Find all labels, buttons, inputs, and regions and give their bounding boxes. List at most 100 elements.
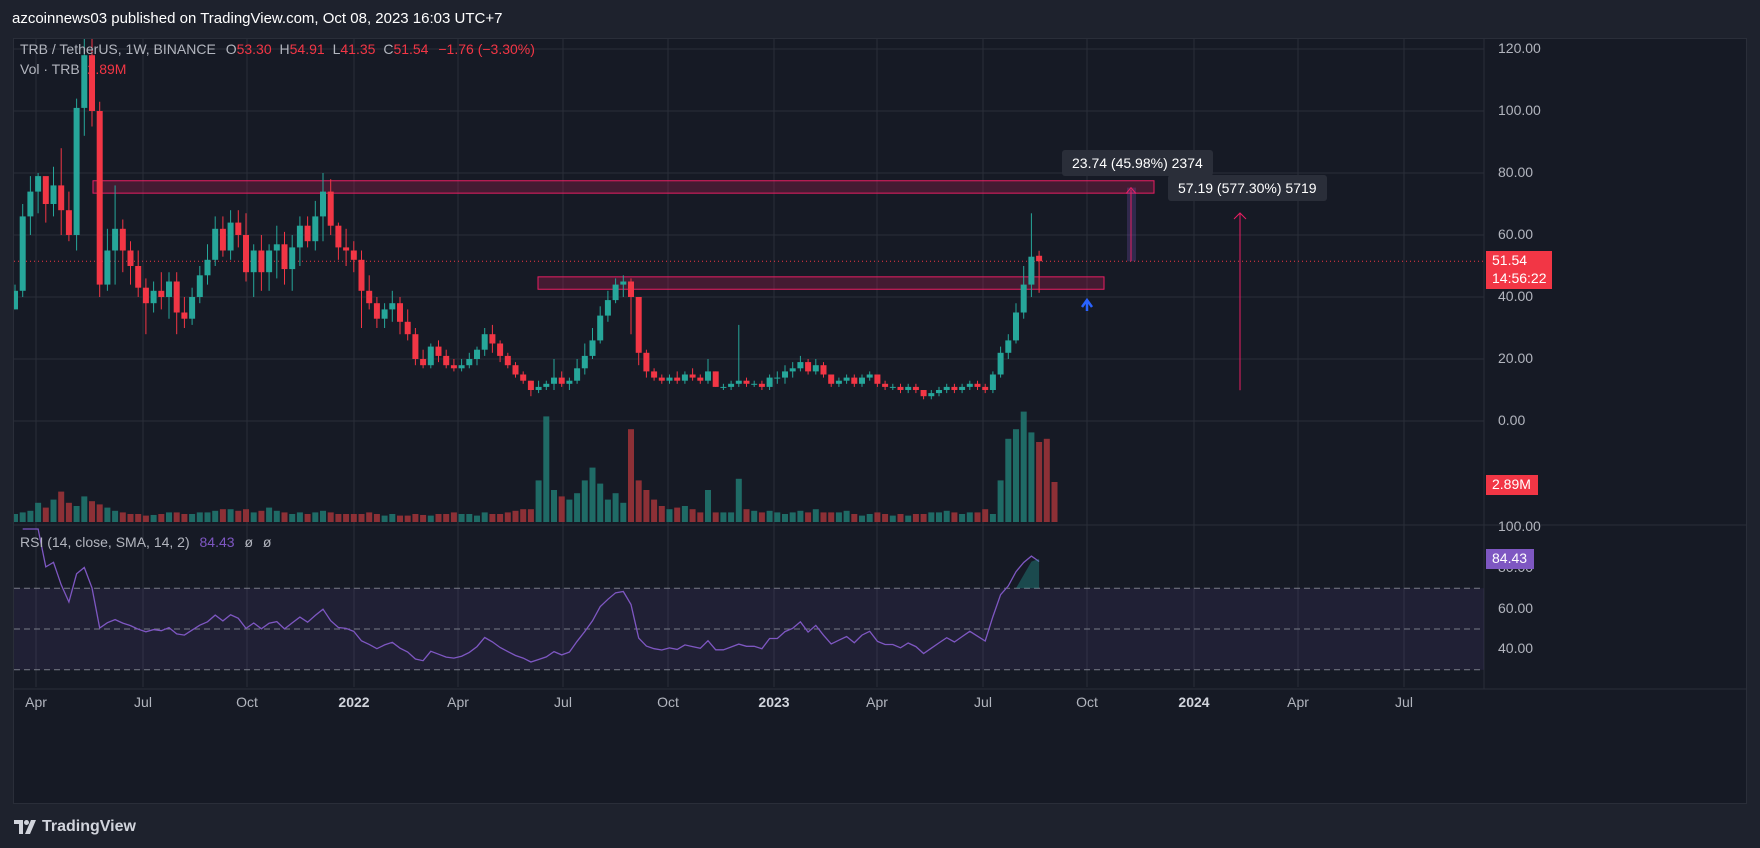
candle-body xyxy=(535,386,542,390)
candle-body xyxy=(997,352,1004,375)
candle-body xyxy=(243,235,249,273)
high-label: H xyxy=(279,41,290,57)
candle-body xyxy=(14,290,18,310)
candle-body xyxy=(1005,340,1012,353)
chart-area[interactable]: TRB / TetherUS, 1W, BINANCE O53.30 H54.9… xyxy=(13,38,1747,804)
volume-bar xyxy=(943,510,950,522)
candle-body xyxy=(743,380,750,384)
measure-1-text: 23.74 (45.98%) 2374 xyxy=(1072,155,1203,171)
candle-body xyxy=(450,365,457,369)
volume-bar xyxy=(989,514,996,522)
candle-body xyxy=(512,365,519,375)
candle-body xyxy=(504,355,511,366)
candle-body xyxy=(728,383,735,387)
volume-bar xyxy=(651,499,658,522)
candle-body xyxy=(928,393,935,397)
candle-body xyxy=(912,386,919,390)
time-axis-label: Jul xyxy=(554,694,572,710)
volume-bar xyxy=(851,514,858,522)
candle-body xyxy=(835,380,842,384)
volume-bar xyxy=(766,510,773,522)
candle-body xyxy=(312,216,319,242)
candle-body xyxy=(73,107,80,235)
volume-bar xyxy=(443,514,450,522)
volume-bar xyxy=(489,514,496,522)
candle-body xyxy=(266,250,273,273)
candle-body xyxy=(1036,255,1043,262)
volume-bar xyxy=(135,514,142,522)
volume-bar xyxy=(874,512,881,522)
volume-bar xyxy=(697,512,704,522)
candle-body xyxy=(951,386,958,390)
candle-body xyxy=(104,250,111,285)
candle-body xyxy=(435,346,442,356)
last-price-tag: 51.54 14:56:22 xyxy=(1486,251,1552,289)
volume-bar xyxy=(89,501,95,522)
candle-body xyxy=(458,365,465,369)
low-value: 41.35 xyxy=(340,41,376,57)
volume-bar xyxy=(889,515,896,522)
time-axis-label: Apr xyxy=(25,694,47,710)
candle-body xyxy=(127,250,134,266)
candle-body xyxy=(196,275,203,297)
tradingview-logo[interactable]: TradingView xyxy=(14,818,136,836)
candle-body xyxy=(381,309,388,319)
volume-bar xyxy=(273,510,280,522)
chart-canvas[interactable] xyxy=(14,39,1746,803)
volume-bar xyxy=(227,509,234,522)
publisher-text: azcoinnews03 published on TradingView.co… xyxy=(12,10,503,27)
volume-bar xyxy=(905,515,912,522)
volume-bar xyxy=(104,507,111,522)
candle-body xyxy=(58,185,65,211)
candle-body xyxy=(697,377,704,381)
volume-bar xyxy=(574,493,581,522)
volume-bar xyxy=(366,512,373,522)
candle-body xyxy=(628,281,634,297)
candle-body xyxy=(874,374,881,384)
volume-bar xyxy=(1051,482,1058,522)
time-axis-label: Jul xyxy=(974,694,992,710)
volume-bar xyxy=(982,509,989,522)
volume-bar xyxy=(720,512,727,522)
volume-bar xyxy=(789,512,796,522)
volume-bar xyxy=(520,509,527,522)
candle-body xyxy=(389,303,396,310)
volume-bar xyxy=(928,512,935,522)
volume-bar xyxy=(397,515,403,522)
volume-bar xyxy=(674,507,681,522)
candle-body xyxy=(774,377,781,379)
volume-bar xyxy=(1020,411,1027,522)
volume-bar xyxy=(812,509,819,522)
candle-body xyxy=(19,216,26,291)
countdown-value: 14:56:22 xyxy=(1492,270,1547,286)
candle-body xyxy=(489,334,496,344)
candle-body xyxy=(566,380,573,384)
candle-body xyxy=(974,383,981,387)
candle-body xyxy=(373,303,380,319)
price-axis-label: 80.00 xyxy=(1498,164,1534,180)
candle-body xyxy=(936,390,942,394)
time-axis-label: Oct xyxy=(236,694,258,710)
candle-body xyxy=(820,365,827,375)
volume-bar xyxy=(859,515,865,522)
candle-body xyxy=(612,284,619,301)
volume-bar xyxy=(920,514,927,522)
volume-bar xyxy=(42,507,49,522)
candle-body xyxy=(366,290,373,304)
last-price-value: 51.54 xyxy=(1492,252,1528,268)
rsi-tag: 84.43 xyxy=(1486,549,1534,569)
volume-bar xyxy=(566,499,573,522)
volume-bar xyxy=(866,514,873,522)
candle-body xyxy=(327,191,334,226)
candle-body xyxy=(789,368,796,372)
volume-bar xyxy=(543,416,550,522)
candle-body xyxy=(635,297,642,353)
volume-bar xyxy=(250,512,257,522)
candle-body xyxy=(289,247,296,270)
candle-body xyxy=(135,266,142,288)
volume-bar xyxy=(589,467,596,522)
rsi-axis-label: 100.00 xyxy=(1498,518,1541,534)
candle-body xyxy=(705,371,711,381)
volume-bar xyxy=(951,512,958,522)
candle-body xyxy=(889,386,896,388)
